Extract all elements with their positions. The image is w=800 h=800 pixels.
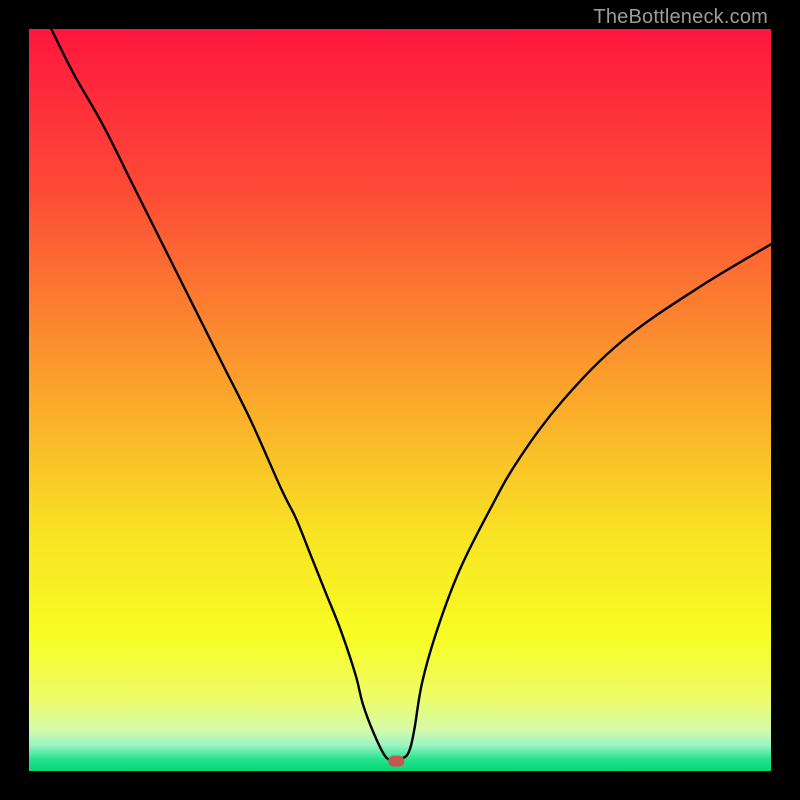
curve-layer [29,29,771,771]
optimum-marker [388,756,404,767]
chart-frame: TheBottleneck.com [0,0,800,800]
bottleneck-curve [51,29,771,760]
watermark-text: TheBottleneck.com [593,6,768,29]
plot-area [29,29,771,771]
